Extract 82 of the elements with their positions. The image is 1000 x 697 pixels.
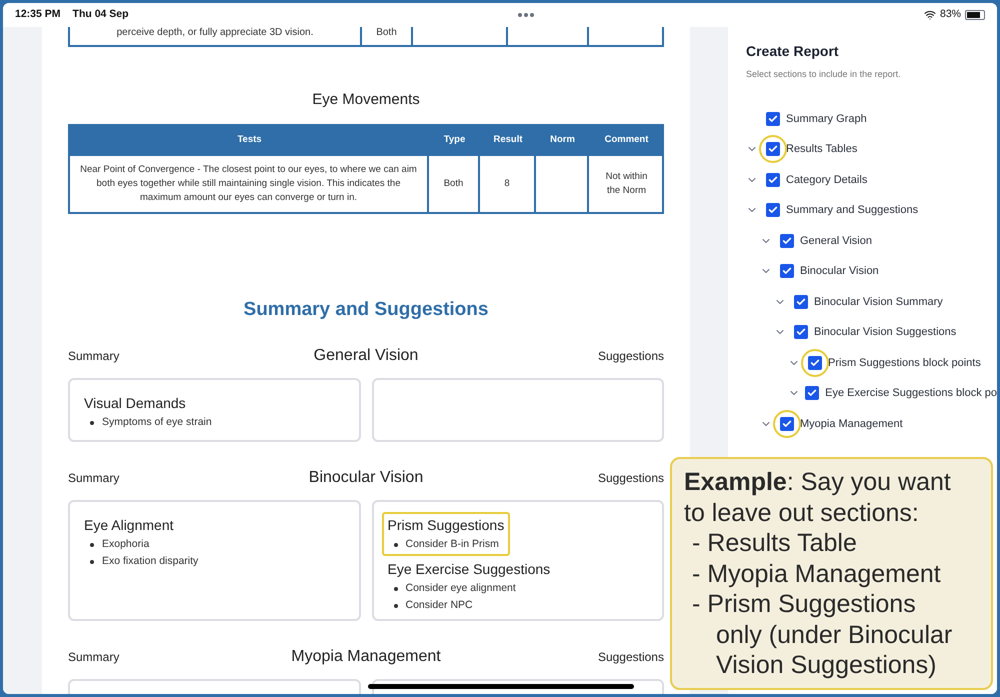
check-icon (796, 296, 806, 307)
status-time: 12:35 PM (15, 7, 61, 22)
checkbox[interactable] (780, 264, 794, 278)
bullet-icon (90, 560, 94, 564)
tree-item-label[interactable]: Summary Graph (786, 110, 867, 127)
block-title: Prism Suggestions (388, 516, 504, 535)
bullet-point: Symptoms of eye strain (102, 415, 212, 430)
panel-subtitle: Select sections to include in the report. (746, 68, 902, 81)
table-cell: Both (376, 27, 397, 39)
checkbox[interactable] (780, 234, 794, 248)
suggestions-label: Suggestions (596, 649, 664, 666)
bullet-icon (90, 420, 94, 424)
section-title: Binocular Vision (308, 468, 424, 488)
column-header: Tests (237, 133, 262, 148)
table-cell: Both (429, 156, 480, 212)
panel-title: Create Report (746, 42, 840, 61)
section-title: Myopia Management (291, 647, 441, 667)
check-icon (782, 236, 792, 246)
summary-label: Summary (68, 649, 120, 666)
tree-item-label[interactable]: Summary and Suggestions (786, 202, 918, 218)
checkbox[interactable] (766, 172, 780, 187)
tree-item-label[interactable]: Prism Suggestions block points (828, 354, 981, 371)
check-icon (782, 418, 792, 429)
checkbox[interactable] (805, 386, 820, 400)
bullet-point: Consider B-in Prism (406, 537, 499, 552)
tree-item-label[interactable]: General Vision (800, 232, 872, 249)
check-icon (768, 144, 778, 154)
suggestions-label: Suggestions (596, 348, 664, 365)
check-icon (768, 174, 778, 185)
bullet-icon (394, 542, 398, 546)
check-icon (810, 358, 820, 368)
bullet-point: Consider eye alignment (406, 581, 516, 596)
tree-item-label[interactable]: Binocular Vision Suggestions (814, 324, 956, 340)
check-icon (768, 114, 778, 124)
status-date: Thu 04 Sep (72, 7, 129, 22)
battery-percent: 83% (940, 7, 961, 22)
table-cell-text: Not within the Norm (604, 170, 648, 198)
check-icon (782, 266, 792, 276)
table-cell: perceive depth, or fully appreciate 3D vision. (116, 27, 314, 39)
tree-item-label[interactable]: Category Details (786, 172, 868, 188)
column-header: Norm (550, 133, 575, 148)
suggestions-label: Suggestions (596, 470, 664, 487)
callout-item: - Prism Suggestions only (under Binocular Vision Suggestions) (691, 589, 954, 680)
checkbox[interactable] (794, 325, 808, 340)
section-title: General Vision (314, 346, 418, 366)
bullet-icon (394, 586, 398, 590)
more-icon[interactable] (518, 13, 534, 17)
check-icon (768, 205, 778, 216)
callout-text: Example: Say you want to leave out sections: (684, 467, 952, 528)
block-title: Eye Exercise Suggestions (388, 560, 550, 579)
table-title: Eye Movements (311, 90, 421, 110)
table-cell: Near Point of Convergence - The closest point to our eyes, to where we can aim both eyes together while still maintaining single vision. This indicates the maximum amount our eyes can converge or turn in. (70, 156, 429, 212)
bullet-point: Exophoria (102, 537, 150, 552)
bullet-point: Exo fixation disparity (102, 554, 198, 569)
checkbox[interactable] (766, 203, 780, 218)
callout-item: - Results Table (691, 528, 858, 558)
tree-item-label[interactable]: Binocular Vision Summary (814, 294, 943, 310)
bullet-icon (394, 604, 398, 608)
bullet-icon (90, 542, 94, 546)
checkbox[interactable] (780, 416, 794, 431)
bullet-point: Consider NPC (406, 598, 473, 613)
checkbox[interactable] (794, 294, 808, 309)
checkbox[interactable] (766, 142, 780, 156)
summary-label: Summary (68, 470, 120, 487)
block-title: Eye Alignment (84, 516, 174, 535)
tree-item-label[interactable]: Binocular Vision (800, 263, 879, 280)
callout-item: - Myopia Management (691, 558, 942, 589)
battery-icon (965, 10, 985, 20)
column-header: Result (493, 133, 523, 148)
column-header: Type (444, 133, 466, 148)
checkbox[interactable] (766, 112, 780, 126)
tree-item-label[interactable]: Eye Exercise Suggestions block po (825, 385, 997, 402)
column-header: Comment (604, 133, 648, 148)
checkbox[interactable] (808, 356, 822, 370)
summary-label: Summary (68, 348, 120, 365)
block-title: Visual Demands (84, 394, 187, 413)
section-heading: Summary and Suggestions (242, 298, 490, 322)
tree-item-label[interactable]: Results Tables (786, 141, 858, 158)
table-cell: 8 (480, 156, 536, 212)
check-icon (796, 327, 806, 338)
check-icon (807, 388, 818, 398)
tree-item-label[interactable]: Myopia Management (800, 416, 903, 432)
